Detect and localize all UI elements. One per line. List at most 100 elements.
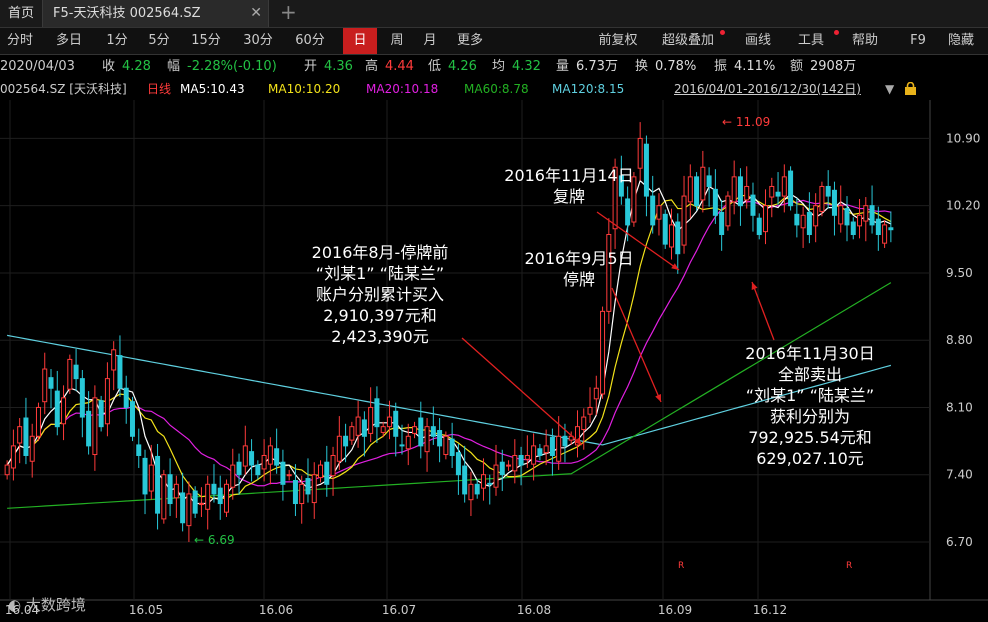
logo-icon: ◐ bbox=[8, 596, 26, 614]
low-marker: ← 6.69 bbox=[194, 533, 235, 547]
x-tick-label: 16.09 bbox=[658, 603, 692, 617]
candle-body bbox=[98, 400, 104, 428]
x-tick-label: 16.12 bbox=[753, 603, 787, 617]
candle-body bbox=[838, 205, 844, 225]
candle-body bbox=[775, 191, 781, 197]
x-tick-label: 16.05 bbox=[129, 603, 163, 617]
candle-body bbox=[173, 483, 179, 499]
candle-body bbox=[524, 454, 530, 460]
period-day[interactable]: 日 bbox=[343, 28, 377, 54]
overlay-button[interactable]: 超级叠加 bbox=[652, 28, 724, 54]
candle-body bbox=[198, 503, 204, 506]
candle-body bbox=[217, 487, 223, 505]
candle-body bbox=[305, 478, 311, 495]
candle-body bbox=[23, 417, 29, 456]
tab-home[interactable]: 首页 bbox=[0, 0, 43, 27]
volume-value: 6.73万 bbox=[576, 59, 618, 74]
ma-legend-row: 002564.SZ [天沃科技] 日线 MA5:10.43 MA10:10.20… bbox=[0, 79, 988, 99]
amplitude-label: 振 bbox=[714, 59, 728, 74]
tab-stock[interactable]: F5-天沃科技 002564.SZ ✕ bbox=[43, 0, 269, 27]
annotation-line: 2016年11月30日 bbox=[745, 344, 875, 363]
hide-button[interactable]: 隐藏 bbox=[948, 28, 988, 54]
tools-button[interactable]: 工具 bbox=[786, 28, 836, 54]
adjust-button[interactable]: 前复权 bbox=[590, 28, 646, 54]
amount-label: 额 bbox=[790, 59, 804, 74]
candle-body bbox=[681, 195, 687, 246]
candle-body bbox=[587, 406, 593, 415]
x-tick-label: 16.06 bbox=[259, 603, 293, 617]
candle-body bbox=[205, 483, 211, 510]
y-tick-label: 6.70 bbox=[946, 535, 973, 549]
candle-body bbox=[380, 426, 386, 433]
candle-body bbox=[556, 435, 562, 462]
period-more[interactable]: 更多 bbox=[448, 28, 492, 54]
dropdown-icon[interactable]: ▼ bbox=[885, 79, 894, 99]
notification-dot-icon bbox=[834, 30, 839, 35]
candle-body bbox=[129, 401, 135, 437]
close-icon[interactable]: ✕ bbox=[250, 0, 262, 27]
period-intraday[interactable]: 分时 bbox=[0, 28, 40, 54]
candle-body bbox=[662, 213, 668, 245]
candle-body bbox=[888, 227, 894, 231]
candle-body bbox=[806, 211, 812, 236]
candle-body bbox=[255, 464, 261, 476]
candle-body bbox=[79, 378, 85, 418]
candle-body bbox=[180, 492, 186, 524]
high-marker: ← 11.09 bbox=[722, 115, 770, 129]
volume-label: 量 bbox=[556, 59, 570, 74]
period-month[interactable]: 月 bbox=[414, 28, 446, 54]
period-30min[interactable]: 30分 bbox=[238, 28, 278, 54]
candle-body bbox=[292, 479, 298, 505]
date-range[interactable]: 2016/04/01-2016/12/30(142日) bbox=[674, 79, 861, 99]
candle-body bbox=[506, 464, 512, 467]
candle-body bbox=[844, 208, 850, 226]
period-60min[interactable]: 60分 bbox=[290, 28, 330, 54]
amplitude-value: 4.11% bbox=[734, 59, 776, 74]
candle-body bbox=[769, 185, 775, 198]
period-5min[interactable]: 5分 bbox=[142, 28, 176, 54]
candle-body bbox=[706, 175, 712, 187]
candle-body bbox=[242, 445, 248, 467]
period-label: 日线 bbox=[147, 82, 172, 96]
period-multiday[interactable]: 多日 bbox=[48, 28, 90, 54]
annotation-line: 复牌 bbox=[552, 187, 585, 206]
y-tick-label: 10.90 bbox=[946, 131, 980, 145]
draw-line-button[interactable]: 画线 bbox=[736, 28, 780, 54]
candle-body bbox=[430, 426, 436, 437]
candle-body bbox=[35, 406, 41, 437]
candle-body bbox=[737, 176, 743, 207]
candle-body bbox=[280, 461, 286, 485]
candle-body bbox=[493, 464, 499, 488]
annotation-line: 获利分别为 bbox=[769, 407, 850, 426]
avg-value: 4.32 bbox=[512, 59, 541, 74]
new-tab-button[interactable]: + bbox=[280, 0, 297, 25]
f9-button[interactable]: F9 bbox=[898, 28, 938, 54]
candle-body bbox=[311, 474, 317, 504]
help-button[interactable]: 帮助 bbox=[840, 28, 890, 54]
y-tick-label: 8.10 bbox=[946, 400, 973, 414]
candle-body bbox=[343, 435, 349, 447]
candle-body bbox=[186, 493, 192, 527]
close-label: 收 bbox=[102, 59, 116, 74]
candle-body bbox=[148, 464, 154, 492]
candle-body bbox=[788, 170, 794, 207]
annotation-buy: 2016年8月-停牌前 “刘某1” “陆某兰” 账户分别累计买入 2,910,3… bbox=[290, 242, 470, 347]
annotation-line: 2016年9月5日 bbox=[524, 249, 634, 268]
candle-body bbox=[54, 390, 60, 428]
candle-body bbox=[67, 358, 73, 390]
period-1min[interactable]: 1分 bbox=[100, 28, 134, 54]
candle-body bbox=[349, 426, 355, 441]
turnover-value: 0.78% bbox=[655, 59, 697, 74]
candle-body bbox=[92, 397, 98, 456]
candle-body bbox=[399, 444, 405, 447]
y-tick-label: 7.40 bbox=[946, 468, 973, 482]
lock-icon[interactable] bbox=[904, 82, 917, 95]
candle-body bbox=[480, 474, 486, 489]
period-15min[interactable]: 15分 bbox=[186, 28, 226, 54]
period-week[interactable]: 周 bbox=[381, 28, 413, 54]
candle-body bbox=[687, 176, 693, 203]
annotation-line: 账户分别累计买入 bbox=[315, 285, 444, 304]
candle-body bbox=[549, 436, 555, 456]
high-label: 高 bbox=[365, 59, 379, 74]
tab-stock-label: F5-天沃科技 002564.SZ bbox=[53, 6, 201, 21]
